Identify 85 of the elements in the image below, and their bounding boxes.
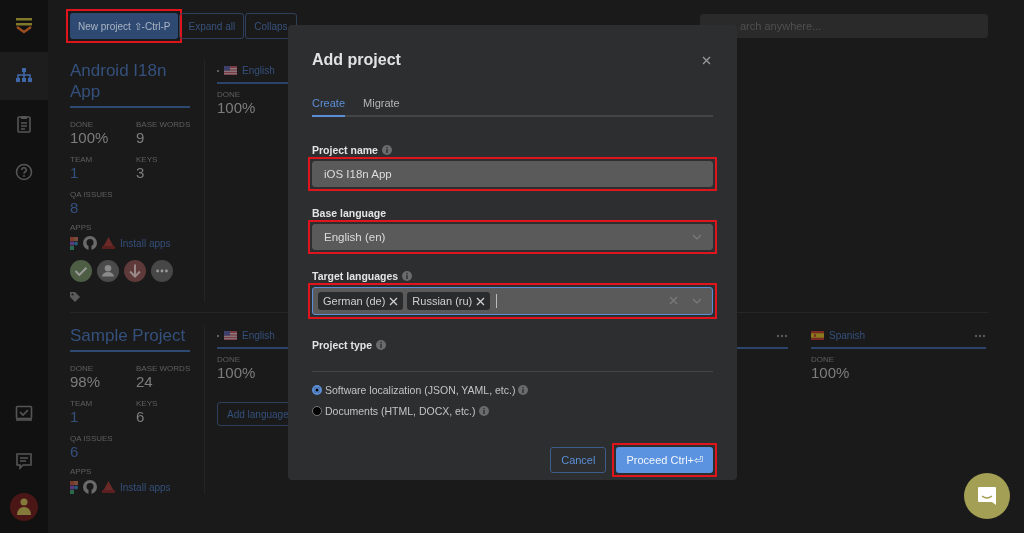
help-icon xyxy=(15,163,33,181)
stat-value: 100% xyxy=(811,364,850,382)
figma-icon[interactable] xyxy=(70,236,78,250)
apps-label: APPS xyxy=(70,223,93,232)
tab[interactable]: Create xyxy=(312,97,346,117)
us-flag-icon xyxy=(224,66,237,75)
stat-value[interactable]: 8 xyxy=(70,199,136,217)
cancel-button[interactable]: Cancel xyxy=(550,447,607,473)
field-label: Project type xyxy=(312,339,373,351)
info-icon xyxy=(376,340,387,350)
radio-label[interactable]: Software localization (JSON, YAML, etc.) xyxy=(325,384,516,396)
logo-icon[interactable] xyxy=(15,17,33,35)
checked-screen-icon xyxy=(15,405,33,421)
remove-icon[interactable] xyxy=(476,296,486,306)
chevron-down-icon xyxy=(692,298,702,304)
tab[interactable]: Migrate xyxy=(363,97,400,117)
stat-label: TEAM xyxy=(70,399,94,408)
more-icon[interactable] xyxy=(974,333,986,338)
us-flag-icon xyxy=(224,331,237,340)
comment-icon xyxy=(16,453,32,470)
toolbar-button[interactable]: New project ⇧-Ctrl-P xyxy=(70,13,179,39)
chevron-down-icon xyxy=(692,234,702,240)
stat-label: KEYS xyxy=(136,399,159,408)
language-name[interactable]: Spanish xyxy=(829,330,866,341)
project-title[interactable]: Android I18n App xyxy=(70,60,190,108)
stat-value: 100% xyxy=(217,99,256,117)
stat-label: DONE xyxy=(811,355,835,364)
language-name[interactable]: English xyxy=(242,330,275,341)
member-action-icon[interactable] xyxy=(97,260,119,282)
stat-value[interactable]: 1 xyxy=(70,164,136,182)
info-icon xyxy=(478,406,489,416)
download-action-icon[interactable] xyxy=(124,260,146,282)
stat-value: 100% xyxy=(217,364,256,382)
radio-button[interactable] xyxy=(312,385,322,395)
approve-action-icon[interactable] xyxy=(70,260,92,282)
github-icon[interactable] xyxy=(83,480,97,494)
base-language-select[interactable]: English (en) xyxy=(312,224,713,250)
stat-value[interactable]: 6 xyxy=(70,443,136,461)
language-name[interactable]: English xyxy=(242,65,275,76)
stat-label: DONE xyxy=(70,120,95,129)
tag-icon[interactable] xyxy=(70,292,80,302)
clipboard-icon xyxy=(17,116,31,133)
chat-icon xyxy=(976,485,998,507)
install-apps-link[interactable]: Install apps xyxy=(120,481,171,493)
radio-label[interactable]: Documents (HTML, DOCX, etc.) xyxy=(325,405,476,417)
apps-label: APPS xyxy=(70,467,93,476)
language-tag: Russian (ru) xyxy=(407,292,491,310)
sidebar-item[interactable] xyxy=(0,52,48,100)
field-label: Project name xyxy=(312,144,378,156)
stat-value: 6 xyxy=(136,408,146,426)
target-languages-field[interactable]: German (de) Russian (ru) xyxy=(312,287,713,315)
stat-label: DONE xyxy=(217,355,241,364)
stat-label: DONE xyxy=(217,90,241,99)
remove-icon[interactable] xyxy=(389,296,399,306)
stat-value: 9 xyxy=(136,129,146,147)
avatar-icon[interactable] xyxy=(10,493,38,521)
stat-label: TEAM xyxy=(70,155,94,164)
project-title[interactable]: Sample Project xyxy=(70,325,190,352)
install-apps-link[interactable]: Install apps xyxy=(120,237,171,249)
field-label: Base language xyxy=(312,207,387,219)
stat-value: 98% xyxy=(70,373,102,391)
figma-icon[interactable] xyxy=(70,480,78,494)
more-icon[interactable] xyxy=(776,333,788,338)
project-name-field[interactable]: iOS I18n App xyxy=(312,161,713,187)
toolbar-button[interactable]: Expand all xyxy=(179,13,245,39)
spain-flag-icon xyxy=(811,331,824,340)
stat-value: 24 xyxy=(136,373,154,391)
stat-label: KEYS xyxy=(136,155,159,164)
stat-label: BASE WORDS xyxy=(136,120,192,129)
stat-label: DONE xyxy=(70,364,95,373)
radio-button[interactable] xyxy=(312,406,322,416)
info-icon xyxy=(518,385,529,395)
close-icon[interactable] xyxy=(702,56,711,65)
stat-value[interactable]: 1 xyxy=(70,408,136,426)
stat-value: 3 xyxy=(136,164,146,182)
github-icon[interactable] xyxy=(83,236,97,250)
more-action-icon[interactable] xyxy=(151,260,173,282)
language-tag: German (de) xyxy=(318,292,404,310)
field-label: Target languages xyxy=(312,270,399,282)
stat-value: 100% xyxy=(70,129,110,147)
chat-button[interactable] xyxy=(964,473,1010,519)
hierarchy-icon xyxy=(16,68,32,82)
dialog-title: Add project xyxy=(312,51,401,69)
proceed-button[interactable]: Proceed Ctrl+⏎ xyxy=(616,447,713,473)
stat-label: BASE WORDS xyxy=(136,364,192,373)
